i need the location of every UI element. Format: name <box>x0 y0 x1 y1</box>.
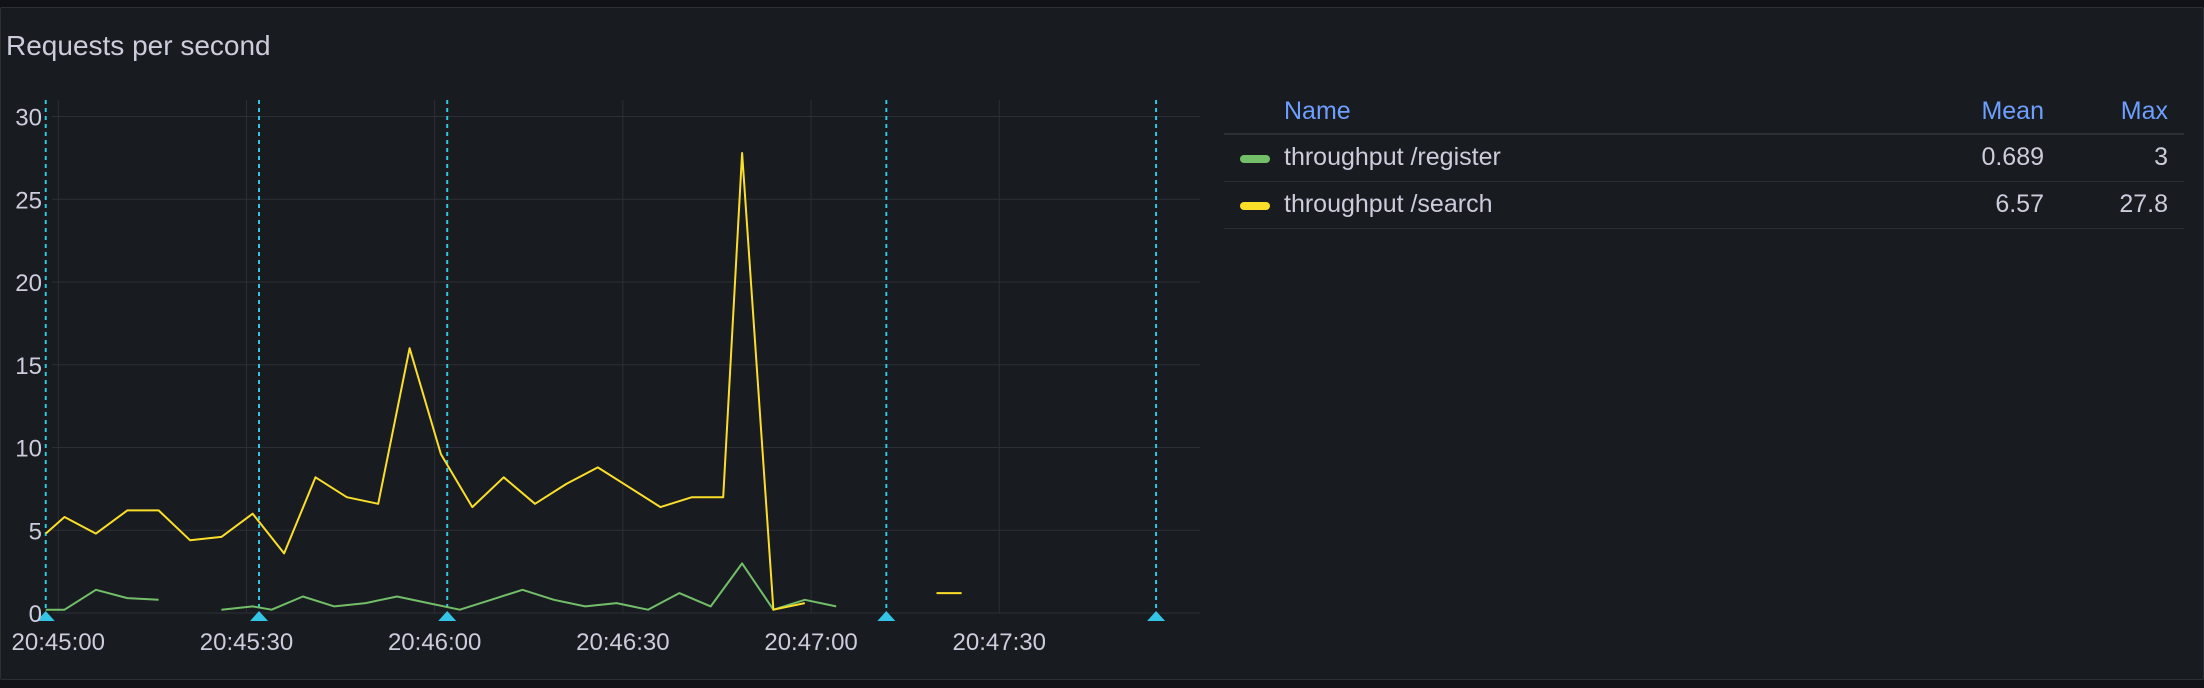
legend-header-mean[interactable]: Mean <box>1981 97 2044 126</box>
series-line[interactable] <box>45 152 806 611</box>
x-tick-label: 20:46:00 <box>388 629 481 656</box>
legend-series-max: 27.8 <box>2119 190 2168 218</box>
y-tick-label: 15 <box>15 353 42 380</box>
legend-series-name[interactable]: throughput /search <box>1284 190 1492 219</box>
time-series-chart[interactable]: 0 5 10 15 20 25 30 20:45:00 20:45:30 20:46:00 20:4… <box>0 0 1224 688</box>
series-line[interactable] <box>45 588 159 611</box>
x-tick-label: 20:47:30 <box>953 629 1046 656</box>
x-tick-label: 20:46:30 <box>576 629 669 656</box>
x-tick-label: 20:47:00 <box>764 629 857 656</box>
series-color-swatch[interactable] <box>1240 155 1270 163</box>
legend-header-max[interactable]: Max <box>2121 97 2168 126</box>
y-tick-label: 10 <box>15 436 42 463</box>
y-tick-label: 30 <box>15 105 42 132</box>
y-tick-label: 5 <box>29 518 42 545</box>
x-tick-label: 20:45:00 <box>12 629 105 656</box>
legend-series-name[interactable]: throughput /register <box>1284 143 1501 172</box>
series-color-swatch[interactable] <box>1240 202 1270 210</box>
legend-series-mean: 6.57 <box>1995 190 2044 218</box>
y-tick-label: 0 <box>29 601 42 628</box>
legend-row-search[interactable]: throughput /search 6.57 27.8 <box>1224 182 2184 229</box>
x-tick-label: 20:45:30 <box>200 629 293 656</box>
series-line[interactable] <box>221 562 837 611</box>
legend-series-mean: 0.689 <box>1981 143 2044 171</box>
legend-row-register[interactable]: throughput /register 0.689 3 <box>1224 134 2184 182</box>
legend-header-name[interactable]: Name <box>1284 97 1351 126</box>
legend-header-row: Name Mean Max <box>1224 89 2184 134</box>
legend-table: Name Mean Max throughput /register 0.689… <box>1224 89 2184 229</box>
legend-series-max: 3 <box>2154 143 2168 171</box>
y-tick-label: 25 <box>15 187 42 214</box>
y-tick-label: 20 <box>15 270 42 297</box>
